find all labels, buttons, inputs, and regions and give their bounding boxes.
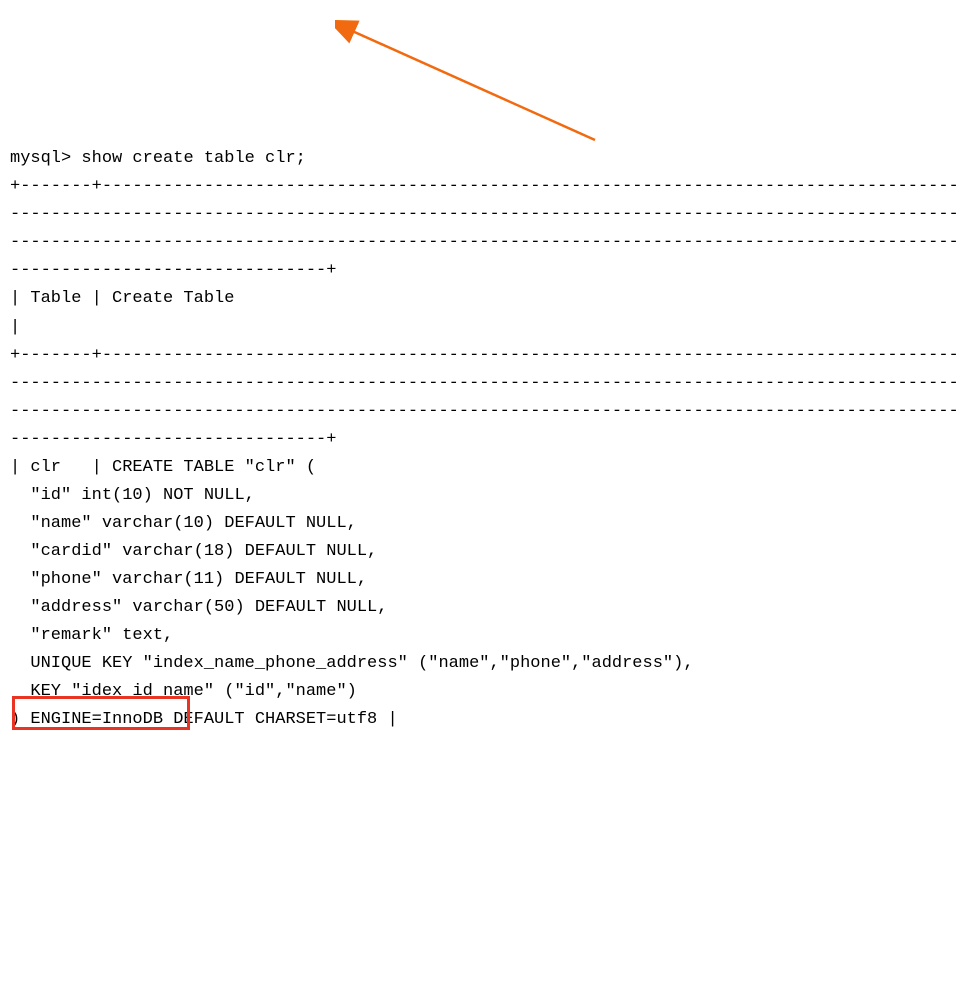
column-cardid: "cardid" varchar(18) DEFAULT NULL, — [10, 542, 377, 561]
table-border-top: +-------+-------------------------------… — [10, 177, 959, 280]
column-remark: "remark" text, — [10, 626, 173, 645]
sql-command: show create table clr; — [81, 149, 305, 168]
column-name: "name" varchar(10) DEFAULT NULL, — [10, 514, 357, 533]
table-border-mid: +-------+-------------------------------… — [10, 346, 959, 449]
key-line: KEY "idex_id_name" ("id","name") — [10, 682, 357, 701]
column-id: "id" int(10) NOT NULL, — [10, 486, 255, 505]
unique-key-line: UNIQUE KEY "index_name_phone_address" ("… — [10, 654, 694, 673]
column-address: "address" varchar(50) DEFAULT NULL, — [10, 598, 387, 617]
column-phone: "phone" varchar(11) DEFAULT NULL, — [10, 570, 367, 589]
create-table-line: | clr | CREATE TABLE "clr" ( — [10, 458, 316, 477]
mysql-prompt: mysql> — [10, 149, 81, 168]
mysql-terminal-output: mysql> show create table clr; +-------+-… — [10, 117, 967, 734]
engine-line: ) ENGINE=InnoDB DEFAULT CHARSET=utf8 | — [10, 710, 398, 729]
table-header-row: | Table | Create Table — [10, 289, 977, 336]
